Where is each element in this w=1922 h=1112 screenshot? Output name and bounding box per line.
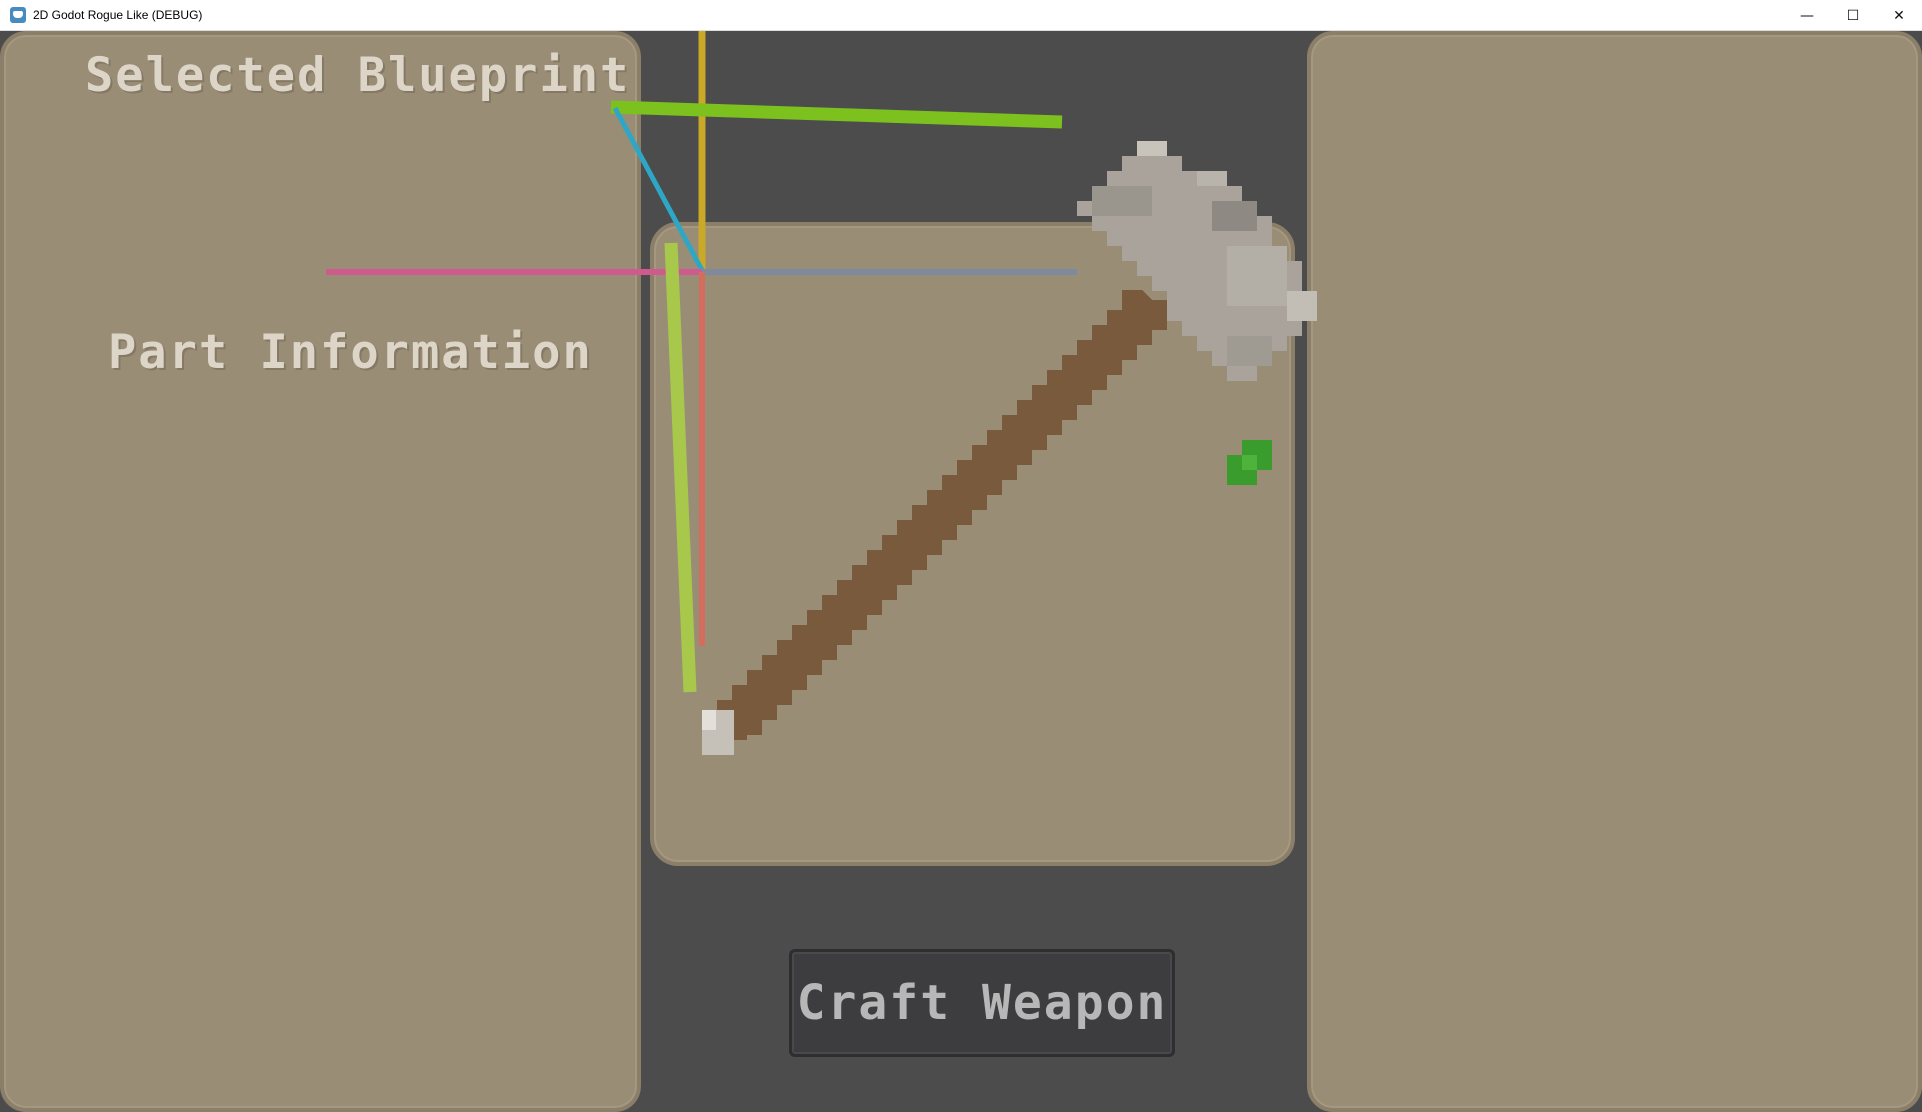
craft-weapon-label: Craft Weapon	[796, 975, 1168, 1031]
maximize-button[interactable]: ☐	[1830, 0, 1876, 31]
window-title: 2D Godot Rogue Like (DEBUG)	[33, 8, 203, 22]
close-button[interactable]: ✕	[1876, 0, 1922, 31]
window-controls: — ☐ ✕	[1784, 0, 1922, 31]
crafting-area-panel[interactable]	[650, 222, 1295, 866]
godot-app-icon	[10, 7, 26, 23]
blueprint-panel	[0, 31, 641, 1112]
minimize-button[interactable]: —	[1784, 0, 1830, 31]
right-panel	[1307, 31, 1922, 1112]
selected-blueprint-heading: Selected Blueprint	[85, 48, 631, 103]
part-information-heading: Part Information	[108, 325, 593, 380]
window-titlebar: 2D Godot Rogue Like (DEBUG) — ☐ ✕	[0, 0, 1922, 31]
craft-weapon-button[interactable]: Craft Weapon	[789, 949, 1175, 1057]
